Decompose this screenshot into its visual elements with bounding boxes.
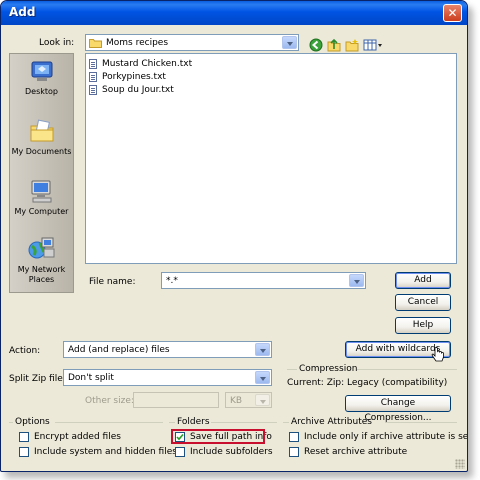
title-bar[interactable]: Add ✕ (1, 1, 467, 25)
dialog-title: Add (9, 5, 36, 19)
file-name-value: *.* (166, 276, 178, 286)
place-label: My Network Places (17, 265, 66, 284)
cancel-button[interactable]: Cancel (395, 294, 451, 311)
compression-current: Current: Zip: Legacy (compatibility) (287, 378, 448, 388)
new-folder-icon[interactable] (345, 38, 359, 52)
places-bar: Desktop My Documents My Computer My Netw… (9, 53, 74, 293)
place-label: My Computer (14, 207, 69, 216)
place-my-computer[interactable]: My Computer (10, 178, 73, 217)
include-system-checkbox[interactable] (19, 447, 29, 457)
file-list[interactable]: Mustard Chicken.txt Porkypines.txt Soup … (85, 53, 457, 264)
other-size-unit-dropdown[interactable]: KB (225, 392, 272, 408)
my-documents-icon (30, 119, 53, 142)
up-folder-icon[interactable] (327, 38, 341, 52)
help-button[interactable]: Help (395, 317, 451, 334)
add-dialog: Add ✕ Look in: Moms recipes Desktop My D… (0, 0, 468, 472)
archive-group-line (283, 422, 289, 423)
compression-group-line (287, 369, 297, 370)
close-button[interactable]: ✕ (443, 4, 462, 22)
other-size-input[interactable] (133, 392, 219, 408)
change-compression-label: Change Compression... (364, 398, 432, 423)
action-dropdown-arrow[interactable] (255, 343, 270, 356)
text-file-icon (89, 59, 97, 69)
encrypt-label: Encrypt added files (34, 432, 121, 442)
options-title: Options (15, 417, 50, 427)
text-file-icon (89, 72, 97, 82)
include-only-if-label: Include only if archive attribute is set (304, 432, 468, 442)
look-in-label: Look in: (39, 38, 75, 48)
file-name: Soup du Jour.txt (102, 85, 174, 95)
include-subfolders-checkbox[interactable] (175, 447, 185, 457)
add-with-wildcards-label: Add with wildcards (355, 344, 441, 354)
file-name-label: File name: (89, 277, 136, 287)
hand-cursor-icon (431, 347, 444, 362)
action-label: Action: (9, 346, 41, 356)
highlight-box (171, 429, 265, 444)
desktop-icon (31, 61, 52, 81)
change-compression-button[interactable]: Change Compression... (345, 395, 451, 423)
file-name: Mustard Chicken.txt (102, 59, 193, 69)
my-computer-icon (31, 180, 51, 203)
compression-group-line (357, 369, 457, 370)
options-group-line (55, 422, 163, 423)
look-in-dropdown-arrow[interactable] (282, 36, 297, 49)
include-subfolders-label: Include subfolders (190, 447, 273, 457)
place-network[interactable]: My Network Places (10, 236, 73, 285)
place-desktop[interactable]: Desktop (10, 60, 73, 97)
cancel-button-label: Cancel (407, 297, 439, 307)
look-in-dropdown[interactable]: Moms recipes (85, 34, 299, 51)
action-value: Add (and replace) files (68, 345, 170, 355)
folders-group-line (169, 422, 175, 423)
archive-group-line (385, 422, 457, 423)
place-label: My Documents (11, 147, 72, 156)
file-name-input[interactable]: *.* (161, 272, 366, 289)
back-icon[interactable] (309, 38, 323, 52)
options-group-line (9, 422, 13, 423)
other-size-label: Other size: (85, 396, 134, 406)
file-name: Porkypines.txt (102, 72, 166, 82)
folders-group-line (211, 422, 277, 423)
add-button-label: Add (414, 275, 432, 285)
help-button-label: Help (412, 320, 434, 330)
unit-dropdown-arrow[interactable] (255, 394, 270, 406)
include-only-if-checkbox[interactable] (289, 432, 299, 442)
reset-attribute-checkbox[interactable] (289, 447, 299, 457)
reset-attribute-label: Reset archive attribute (304, 447, 408, 457)
views-menu-icon[interactable] (363, 38, 383, 52)
encrypt-checkbox[interactable] (19, 432, 29, 442)
folders-title: Folders (177, 417, 210, 427)
other-size-unit: KB (230, 396, 243, 406)
place-label: Desktop (25, 87, 58, 96)
split-zip-value: Don't split (68, 373, 114, 383)
add-button[interactable]: Add (395, 272, 451, 289)
file-name-dropdown-arrow[interactable] (349, 274, 364, 287)
folder-icon (89, 39, 102, 48)
resize-grip[interactable] (455, 459, 465, 469)
split-zip-dropdown-arrow[interactable] (255, 371, 270, 384)
archive-attributes-title: Archive Attributes (291, 417, 372, 427)
place-my-documents[interactable]: My Documents (10, 118, 73, 157)
text-file-icon (89, 85, 97, 95)
network-places-icon (28, 237, 54, 259)
split-zip-label: Split Zip file: (9, 374, 66, 384)
compression-title: Compression (299, 364, 358, 374)
close-icon: ✕ (447, 6, 458, 20)
split-zip-dropdown[interactable]: Don't split (63, 369, 272, 386)
include-system-label: Include system and hidden files (34, 447, 177, 457)
look-in-value: Moms recipes (106, 38, 169, 48)
action-dropdown[interactable]: Add (and replace) files (63, 341, 272, 358)
